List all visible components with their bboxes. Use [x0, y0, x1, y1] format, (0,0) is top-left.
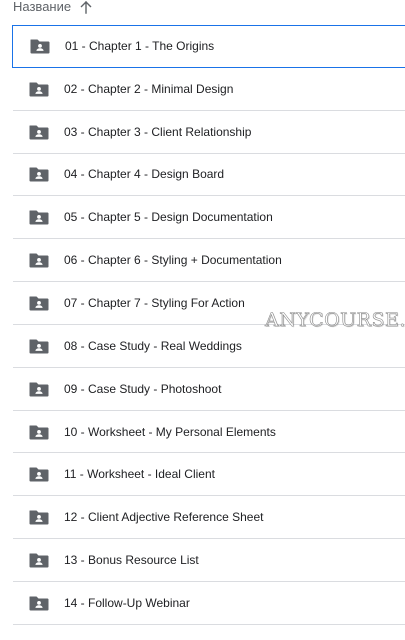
list-item[interactable]: 05 - Chapter 5 - Design Documentation — [13, 196, 405, 240]
list-item[interactable]: 02 - Chapter 2 - Minimal Design — [13, 68, 405, 111]
list-item[interactable]: 14 - Follow-Up Webinar — [13, 582, 405, 625]
shared-folder-icon — [30, 38, 50, 54]
list-item[interactable]: 13 - Bonus Resource List — [13, 539, 405, 582]
list-item[interactable]: 12 - Client Adjective Reference Sheet — [13, 496, 405, 540]
shared-folder-icon — [29, 124, 49, 140]
folder-name: 01 - Chapter 1 - The Origins — [65, 39, 215, 54]
shared-folder-icon — [29, 381, 49, 397]
folder-name: 13 - Bonus Resource List — [64, 553, 199, 568]
shared-folder-icon — [29, 295, 49, 311]
list-item[interactable]: 04 - Chapter 4 - Design Board — [13, 154, 405, 197]
folder-name: 09 - Case Study - Photoshoot — [64, 381, 222, 396]
folder-list: 01 - Chapter 1 - The Origins 02 - Chapte… — [0, 25, 405, 625]
folder-name: 06 - Chapter 6 - Styling + Documentation — [64, 253, 282, 268]
list-item[interactable]: 10 - Worksheet - My Personal Elements — [13, 411, 405, 454]
list-item[interactable]: 06 - Chapter 6 - Styling + Documentation — [13, 239, 405, 283]
shared-folder-icon — [29, 424, 49, 440]
list-item[interactable]: 11 - Worksheet - Ideal Client — [13, 453, 405, 497]
shared-folder-icon — [29, 595, 49, 611]
folder-name: 08 - Case Study - Real Weddings — [64, 338, 242, 353]
name-column-header[interactable]: Название — [13, 0, 71, 14]
shared-folder-icon — [29, 338, 49, 354]
arrow-up-icon[interactable] — [79, 0, 93, 14]
folder-name: 05 - Chapter 5 - Design Documentation — [64, 210, 273, 225]
list-item[interactable]: 08 - Case Study - Real Weddings — [13, 325, 405, 368]
folder-name: 03 - Chapter 3 - Client Relationship — [64, 124, 252, 139]
list-item[interactable]: 03 - Chapter 3 - Client Relationship — [13, 111, 405, 154]
list-item[interactable]: 09 - Case Study - Photoshoot — [13, 368, 405, 411]
shared-folder-icon — [29, 166, 49, 182]
folder-name: 07 - Chapter 7 - Styling For Action — [64, 295, 245, 310]
shared-folder-icon — [29, 552, 49, 568]
folder-name: 14 - Follow-Up Webinar — [64, 595, 190, 610]
folder-name: 10 - Worksheet - My Personal Elements — [64, 424, 276, 439]
folder-name: 02 - Chapter 2 - Minimal Design — [64, 81, 234, 96]
list-item[interactable]: 07 - Chapter 7 - Styling For Action — [13, 282, 405, 325]
folder-name: 04 - Chapter 4 - Design Board — [64, 167, 225, 182]
shared-folder-icon — [29, 209, 49, 225]
list-header: Название — [0, 0, 405, 24]
shared-folder-icon — [29, 252, 49, 268]
list-item[interactable]: 01 - Chapter 1 - The Origins — [12, 25, 405, 68]
shared-folder-icon — [29, 466, 49, 482]
file-list-page: Название 01 - Chapter 1 - The Origins 02… — [0, 0, 405, 640]
shared-folder-icon — [29, 81, 49, 97]
shared-folder-icon — [29, 509, 49, 525]
folder-name: 12 - Client Adjective Reference Sheet — [64, 510, 264, 525]
folder-name: 11 - Worksheet - Ideal Client — [64, 467, 215, 482]
